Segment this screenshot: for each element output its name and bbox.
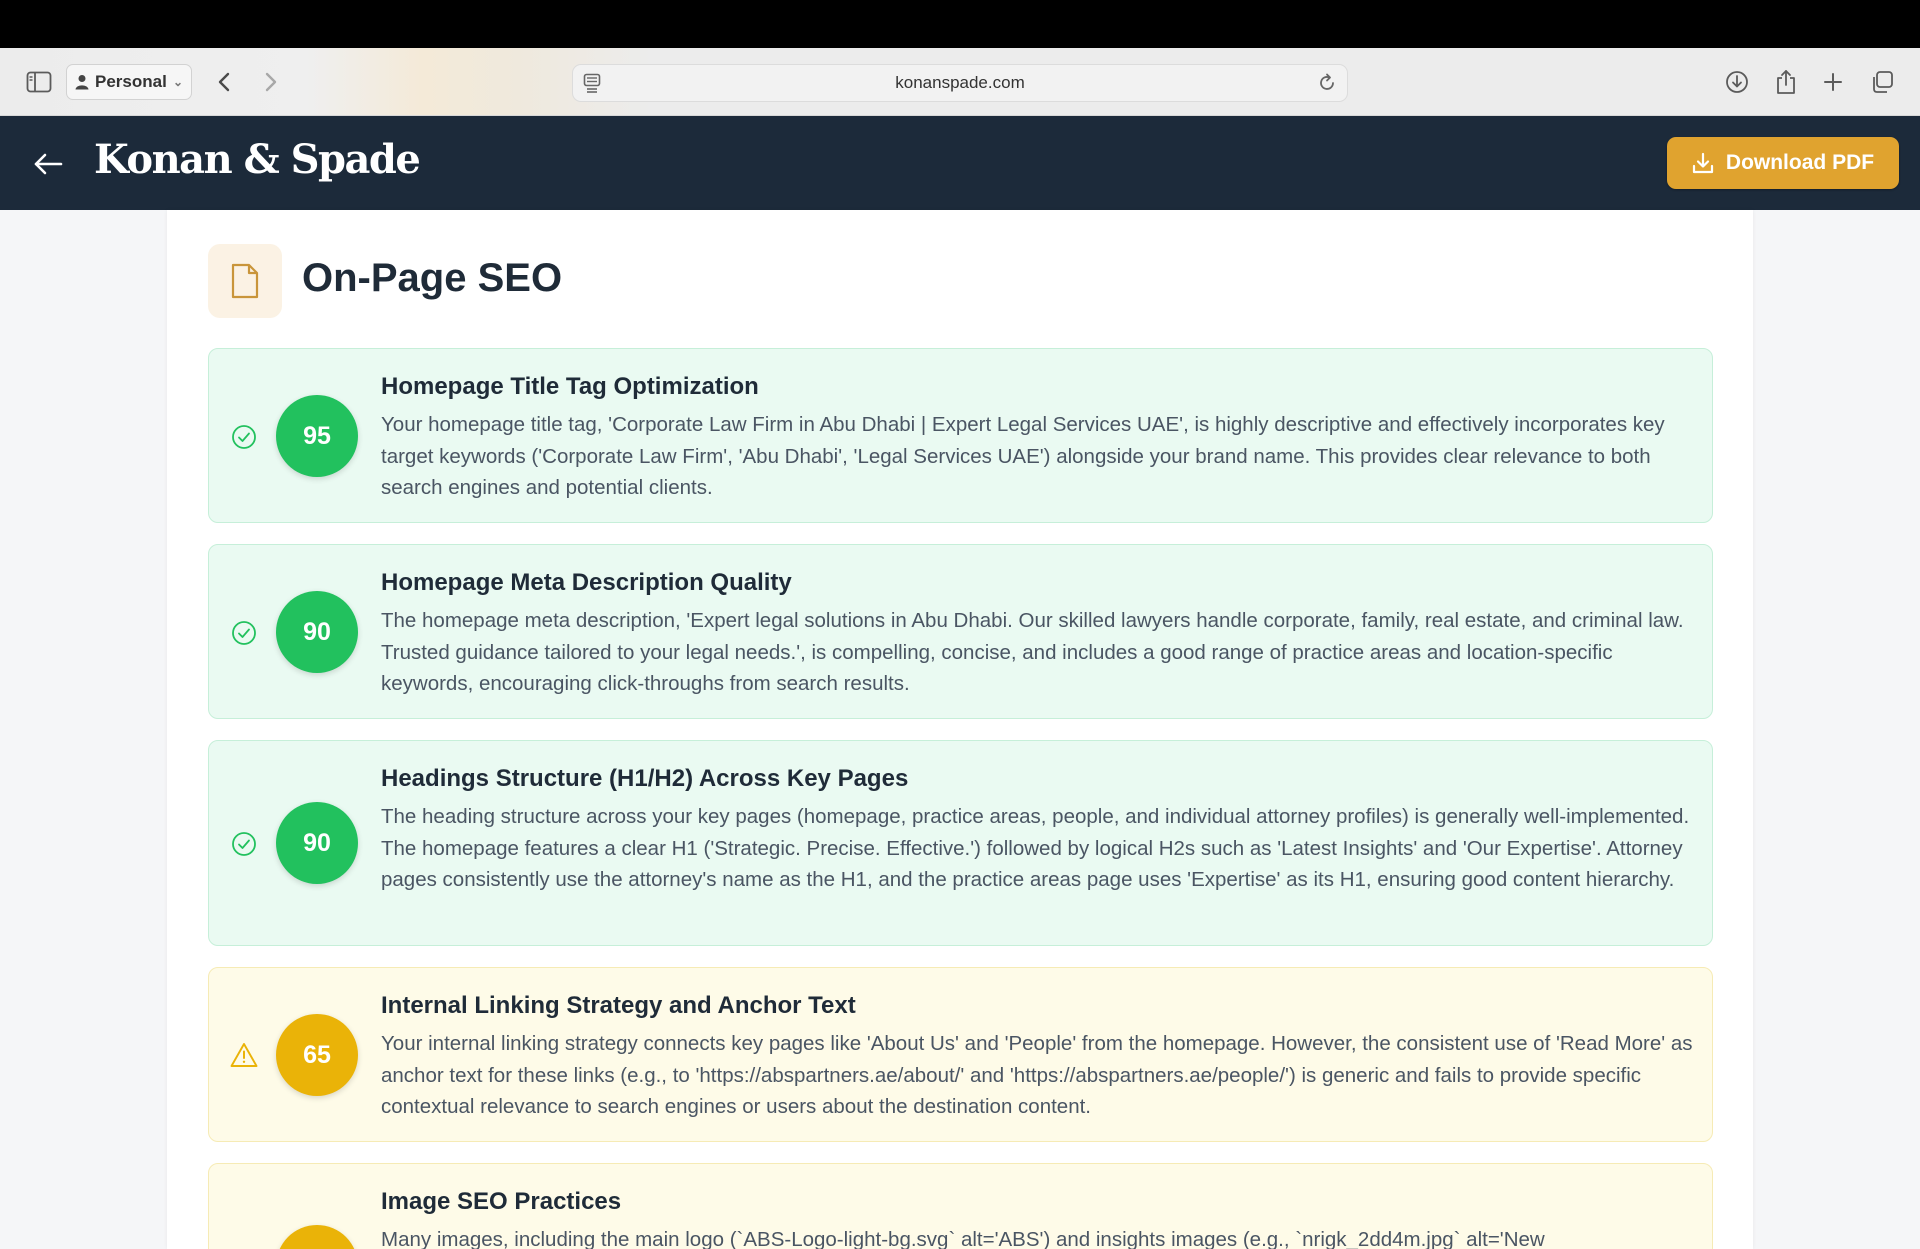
score-badge: 90 — [276, 802, 358, 884]
back-arrow-icon[interactable] — [28, 144, 68, 184]
seo-item-card: Image SEO Practices Many images, includi… — [208, 1163, 1713, 1249]
download-pdf-button[interactable]: Download PDF — [1667, 137, 1899, 189]
share-icon[interactable] — [1769, 65, 1803, 99]
downloads-icon[interactable] — [1720, 65, 1754, 99]
reload-icon[interactable] — [1317, 72, 1337, 99]
person-icon — [75, 75, 89, 90]
app-header: Konan & Spade Download PDF — [0, 116, 1920, 210]
address-bar[interactable]: konanspade.com — [572, 64, 1348, 102]
document-icon — [208, 244, 282, 318]
item-title: Internal Linking Strategy and Anchor Tex… — [381, 992, 856, 1019]
profile-label: Personal — [95, 72, 167, 91]
item-description: The homepage meta description, 'Expert l… — [381, 609, 1684, 695]
item-title: Headings Structure (H1/H2) Across Key Pa… — [381, 765, 909, 792]
seo-item-card: 65 Internal Linking Strategy and Anchor … — [208, 967, 1713, 1142]
section-title: On-Page SEO — [302, 256, 563, 300]
item-description: Your homepage title tag, 'Corporate Law … — [381, 413, 1665, 499]
back-nav-icon[interactable] — [207, 65, 241, 99]
score-badge: 95 — [276, 395, 358, 477]
score-badge: 90 — [276, 591, 358, 673]
warning-triangle-icon — [230, 1041, 258, 1069]
tab-overview-icon[interactable] — [1865, 65, 1899, 99]
item-description: Your internal linking strategy connects … — [381, 1032, 1693, 1118]
url-text: konanspade.com — [895, 73, 1025, 92]
seo-item-card: 95 Homepage Title Tag Optimization Your … — [208, 348, 1713, 523]
check-circle-icon — [230, 830, 258, 858]
new-tab-icon[interactable] — [1816, 65, 1850, 99]
item-title: Homepage Meta Description Quality — [381, 569, 792, 596]
sidebar-toggle-icon[interactable] — [22, 65, 56, 99]
chevron-down-icon: ⌄ — [172, 75, 183, 89]
check-circle-icon — [230, 619, 258, 647]
seo-item-card: 90 Headings Structure (H1/H2) Across Key… — [208, 740, 1713, 946]
brand-logo[interactable]: Konan & Spade — [94, 136, 421, 183]
page-menu-icon[interactable] — [583, 73, 601, 98]
forward-nav-icon[interactable] — [254, 65, 288, 99]
top-black-strip — [0, 0, 1920, 48]
check-circle-icon — [230, 423, 258, 451]
download-icon — [1692, 152, 1714, 174]
profile-selector[interactable]: Personal ⌄ — [66, 64, 192, 100]
item-description: Many images, including the main logo (`A… — [381, 1228, 1545, 1249]
download-pdf-label: Download PDF — [1725, 151, 1875, 174]
score-badge: 65 — [276, 1014, 358, 1096]
item-title: Image SEO Practices — [381, 1188, 622, 1215]
score-badge — [276, 1225, 358, 1249]
item-title: Homepage Title Tag Optimization — [381, 373, 759, 400]
report-panel: On-Page SEO 95 Homepage Title Tag Optimi… — [167, 210, 1753, 1249]
seo-item-card: 90 Homepage Meta Description Quality The… — [208, 544, 1713, 719]
item-description: The heading structure across your key pa… — [381, 805, 1690, 891]
browser-toolbar: Personal ⌄ konanspade.com — [0, 48, 1920, 116]
